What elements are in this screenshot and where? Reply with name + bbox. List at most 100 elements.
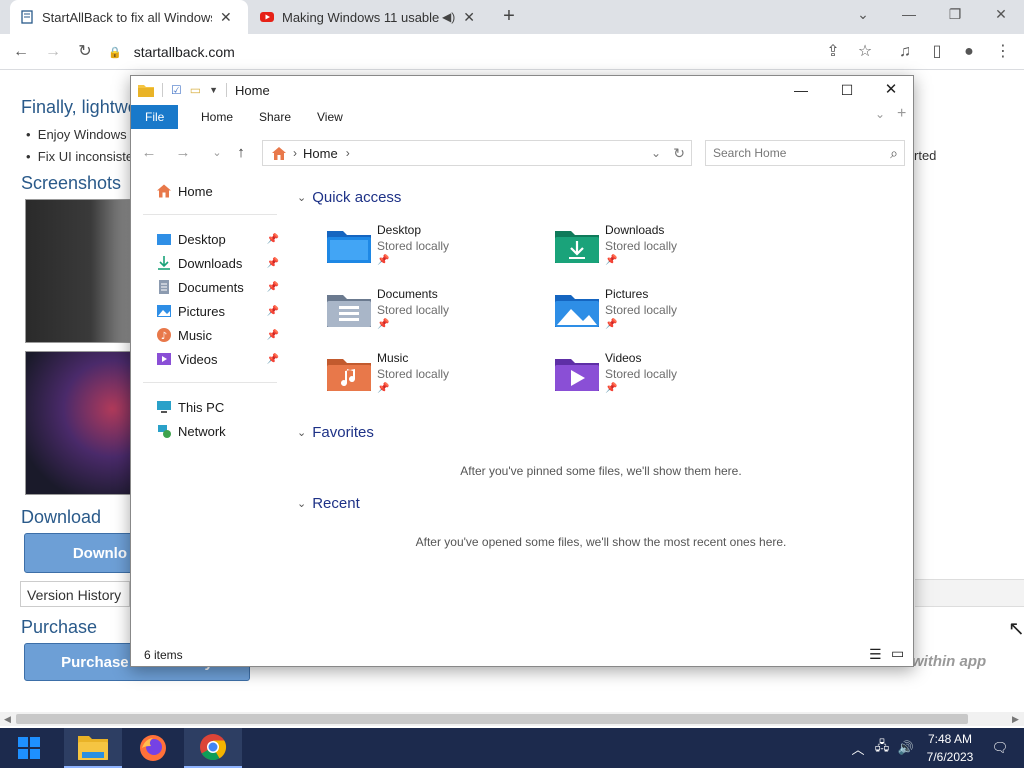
clock-date: 7/6/2023 xyxy=(926,750,974,764)
search-input[interactable]: Search Home ⌕ xyxy=(705,140,905,166)
back-arrow-icon[interactable]: ← xyxy=(6,34,36,70)
tab-startallback[interactable]: StartAllBack to fix all Windows 11 ✕ xyxy=(10,0,248,34)
ribbon-expand-chevron-icon[interactable]: ⌄ xyxy=(875,107,885,121)
pin-icon: 📌 xyxy=(266,329,279,341)
tab-close-icon[interactable]: ✕ xyxy=(220,9,232,26)
quick-item-desktop[interactable]: Desktop Stored locally 📌 xyxy=(327,223,547,283)
quick-item-videos[interactable]: Videos Stored locally 📌 xyxy=(555,351,775,411)
section-favorites[interactable]: ⌄ Favorites xyxy=(297,421,374,443)
page-icon xyxy=(21,10,33,24)
omnibox[interactable]: 🔒 startallback.com xyxy=(108,39,888,65)
tab-close-icon[interactable]: ✕ xyxy=(463,9,475,26)
recent-locations-chevron-icon[interactable]: ⌄ xyxy=(205,141,229,165)
version-history-link[interactable]: Version History xyxy=(20,581,130,607)
tab-youtube[interactable]: Making Windows 11 usable ◀) ✕ xyxy=(250,0,488,34)
media-control-icon[interactable]: ♫ xyxy=(890,34,920,70)
browser-restore-button[interactable]: ❐ xyxy=(932,0,978,30)
reload-icon[interactable]: ↻ xyxy=(70,34,100,70)
item-name: Downloads xyxy=(605,223,665,237)
explorer-close-button[interactable]: ✕ xyxy=(868,76,914,104)
music-icon: ♪ xyxy=(157,328,171,342)
taskbar-firefox[interactable] xyxy=(124,728,182,768)
notification-icon[interactable]: 🗨 xyxy=(988,728,1012,768)
ribbon-tabs: File Home Share View ⌄ + xyxy=(131,105,913,129)
new-folder-icon[interactable]: ▭ xyxy=(190,83,201,97)
nav-item-pictures[interactable]: Pictures 📌 xyxy=(131,299,289,323)
purchase-heading: Purchase xyxy=(21,617,98,637)
svg-text:♪: ♪ xyxy=(161,331,167,342)
refresh-icon[interactable]: ↻ xyxy=(673,145,685,162)
details-view-icon[interactable]: ☰ xyxy=(869,646,882,663)
browser-close-button[interactable]: ✕ xyxy=(978,0,1024,30)
up-arrow-icon[interactable]: ↑ xyxy=(229,141,253,165)
scrollbar-thumb[interactable] xyxy=(16,714,968,724)
section-title: Quick access xyxy=(312,188,402,206)
tab-label: Making Windows 11 usable xyxy=(282,9,440,25)
explorer-maximize-button[interactable]: ☐ xyxy=(824,76,870,104)
nav-item-network[interactable]: Network xyxy=(131,419,289,443)
scroll-left-icon[interactable]: ◀ xyxy=(4,714,11,725)
properties-icon[interactable]: ☑ xyxy=(171,83,182,97)
tiles-view-icon[interactable]: ▭ xyxy=(891,645,904,662)
taskbar-clock[interactable]: 7:48 AM 7/6/2023 xyxy=(920,730,980,766)
section-recent[interactable]: ⌄ Recent xyxy=(297,492,360,514)
quick-item-documents[interactable]: Documents Stored locally 📌 xyxy=(327,287,547,347)
nav-item-this-pc[interactable]: This PC xyxy=(131,395,289,419)
horizontal-scrollbar[interactable]: ◀ ▶ xyxy=(0,712,1024,726)
explorer-minimize-button[interactable]: — xyxy=(778,76,824,104)
desktop-icon xyxy=(157,234,171,245)
bookmark-star-icon[interactable]: ☆ xyxy=(850,34,880,70)
network-status-icon[interactable]: 🖧 xyxy=(872,728,892,768)
start-button[interactable] xyxy=(0,728,58,768)
tab-file[interactable]: File xyxy=(131,105,179,129)
address-dropdown-icon[interactable]: ⌄ xyxy=(651,146,661,160)
recent-empty-message: After you've opened some files, we'll sh… xyxy=(415,535,787,549)
taskbar: ︿ 🖧 🔊 7:48 AM 7/6/2023 🗨 xyxy=(0,728,1024,768)
nav-item-music[interactable]: ♪ Music 📌 xyxy=(131,323,289,347)
tab-share[interactable]: Share xyxy=(245,105,305,129)
taskbar-file-explorer[interactable] xyxy=(64,728,122,768)
qat-dropdown-icon[interactable]: ▼ xyxy=(209,85,218,95)
taskbar-chrome[interactable] xyxy=(184,728,242,768)
speaker-icon[interactable]: ◀) xyxy=(442,10,455,24)
menu-dots-icon[interactable]: ⋮ xyxy=(988,34,1018,70)
folder-app-icon xyxy=(138,85,154,97)
nav-item-downloads[interactable]: Downloads 📌 xyxy=(131,251,289,275)
forward-arrow-icon[interactable]: → xyxy=(38,34,68,70)
tray-overflow-chevron-icon[interactable]: ︿ xyxy=(848,728,868,768)
new-tab-button[interactable]: + xyxy=(498,6,520,28)
screenshot-thumbnail-1[interactable] xyxy=(25,199,135,343)
volume-icon[interactable]: 🔊 xyxy=(896,728,916,768)
chrome-icon xyxy=(200,734,227,761)
nav-item-videos[interactable]: Videos 📌 xyxy=(131,347,289,371)
breadcrumb-chevron-icon[interactable]: › xyxy=(346,146,350,160)
tab-search-chevron-icon[interactable]: ⌄ xyxy=(840,0,886,30)
nav-item-home[interactable]: Home xyxy=(131,179,289,203)
item-name: Videos xyxy=(605,351,642,365)
side-panel-icon[interactable]: ▯ xyxy=(922,34,952,70)
breadcrumb-home[interactable]: Home xyxy=(303,146,338,161)
quick-item-music[interactable]: Music Stored locally 📌 xyxy=(327,351,547,411)
browser-minimize-button[interactable]: — xyxy=(886,0,932,30)
nav-item-documents[interactable]: Documents 📌 xyxy=(131,275,289,299)
download-button[interactable]: Downlo xyxy=(24,533,134,573)
tab-home[interactable]: Home xyxy=(187,105,247,129)
nav-item-desktop[interactable]: Desktop 📌 xyxy=(131,227,289,251)
address-bar[interactable]: › Home › ⌄ ↻ xyxy=(262,140,692,166)
profile-avatar-icon[interactable]: ● xyxy=(954,34,984,70)
pin-icon: 📌 xyxy=(266,257,279,269)
scroll-right-icon[interactable]: ▶ xyxy=(1012,714,1019,725)
tab-label: StartAllBack to fix all Windows 11 xyxy=(42,9,212,25)
quick-item-pictures[interactable]: Pictures Stored locally 📌 xyxy=(555,287,775,347)
section-quick-access[interactable]: ⌄ Quick access xyxy=(297,186,401,208)
lock-icon: 🔒 xyxy=(108,46,122,59)
quick-item-downloads[interactable]: Downloads Stored locally 📌 xyxy=(555,223,775,283)
back-arrow-icon[interactable]: ← xyxy=(137,141,161,165)
purchase-note: within app xyxy=(912,653,987,670)
tab-view[interactable]: View xyxy=(303,105,357,129)
forward-arrow-icon[interactable]: → xyxy=(171,141,195,165)
share-icon[interactable]: ⇪ xyxy=(818,34,848,70)
downloads-icon xyxy=(158,256,170,270)
ribbon-pin-plus-icon[interactable]: + xyxy=(897,105,906,123)
screenshot-thumbnail-2[interactable] xyxy=(25,351,135,495)
